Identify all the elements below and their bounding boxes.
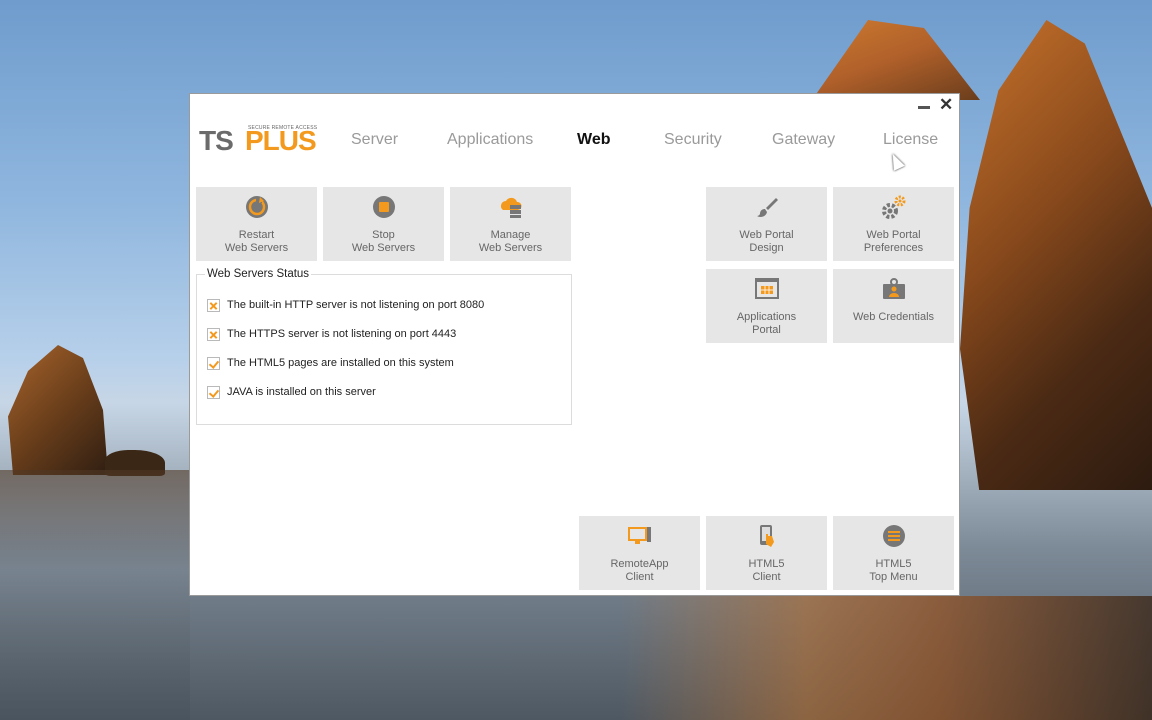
applications-portal-button[interactable]: Applications Portal [706,269,827,343]
tile-label-line1: HTML5 [748,558,785,570]
manage-web-servers-button[interactable]: Manage Web Servers [450,187,571,261]
web-credentials-button[interactable]: Web Credentials [833,269,954,343]
remoteapp-client-button[interactable]: RemoteApp Client [579,516,700,590]
ok-check-icon [207,356,220,370]
tile-label-line1: Web Portal [866,229,921,241]
tile-label-line1: Manage [490,229,531,241]
sea-stack-top [812,20,980,100]
restart-web-servers-button[interactable]: Restart Web Servers [196,187,317,261]
stop-icon [372,196,395,218]
window-controls: ✕ [917,96,953,113]
sea-stack-rock [960,20,1152,490]
stop-web-servers-button[interactable]: Stop Web Servers [323,187,444,261]
status-text: The HTML5 pages are installed on this sy… [227,357,454,369]
tile-label-line2: Web Servers [224,242,289,254]
status-row: The built-in HTTP server is not listenin… [207,297,484,313]
tile-label-line1: RemoteApp [610,558,669,570]
menu-circle-icon [882,525,905,547]
tab-gateway[interactable]: Gateway [772,131,835,149]
touch-phone-icon [759,525,774,547]
tile-label-line2: Web Servers [478,242,543,254]
tile-label-line1: Web Portal [739,229,794,241]
error-check-icon [207,327,220,341]
tile-label-line2: Client [625,571,654,583]
tile-label-line2: Portal [752,324,781,336]
tab-security[interactable]: Security [664,131,722,149]
minimize-icon[interactable] [917,98,931,112]
main-tabs: Server Applications Web Security Gateway… [190,131,959,153]
tab-server[interactable]: Server [351,131,398,149]
water-reflection [620,596,1152,720]
web-servers-status-panel: Web Servers Status The built-in HTTP ser… [196,268,572,425]
tile-label-line2: Web Servers [351,242,416,254]
tile-label-line2: Client [752,571,781,583]
status-text: The HTTPS server is not listening on por… [227,328,457,340]
tile-label-line1: Restart [238,229,275,241]
small-rock [8,345,108,475]
water-reflection-left [0,470,190,720]
cloud-server-icon [500,197,522,218]
ok-check-icon [207,385,220,399]
tab-web[interactable]: Web [577,131,610,149]
restart-icon [245,196,268,218]
close-icon[interactable]: ✕ [939,96,953,113]
gears-icon [881,195,905,219]
tab-license[interactable]: License [883,131,938,149]
tile-label-line1: Applications [736,311,797,323]
web-portal-design-button[interactable]: Web Portal Design [706,187,827,261]
tile-label-line2: Top Menu [869,571,918,583]
tile-label-line1: Stop [372,229,395,241]
web-portal-preferences-button[interactable]: Web Portal Preferences [833,187,954,261]
tab-applications[interactable]: Applications [447,131,533,149]
status-row: JAVA is installed on this server [207,384,376,400]
tsplus-admin-window: ✕ TS SECURE REMOTE ACCESS PLUS Server Ap… [189,93,960,596]
paintbrush-icon [756,198,778,217]
html5-top-menu-button[interactable]: HTML5 Top Menu [833,516,954,590]
tile-label-line2: Design [749,242,784,254]
status-row: The HTML5 pages are installed on this sy… [207,355,454,371]
monitor-icon [627,527,651,544]
tile-label-line1: HTML5 [875,558,912,570]
status-row: The HTTPS server is not listening on por… [207,326,456,342]
id-badge-icon [882,278,905,299]
status-title: Web Servers Status [205,268,312,280]
app-grid-window-icon [754,278,779,299]
tile-label-line2: Preferences [863,242,924,254]
status-text: The built-in HTTP server is not listenin… [227,299,485,311]
tile-label-line1: Web Credentials [852,311,935,323]
error-check-icon [207,298,220,312]
html5-client-button[interactable]: HTML5 Client [706,516,827,590]
status-text: JAVA is installed on this server [227,386,376,398]
